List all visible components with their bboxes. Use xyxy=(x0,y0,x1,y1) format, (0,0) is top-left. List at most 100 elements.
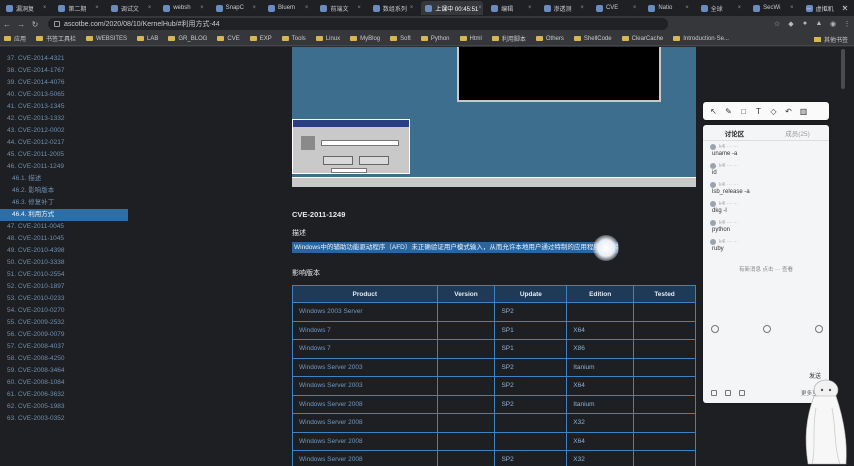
mic-icon[interactable] xyxy=(725,390,731,396)
close-tab-icon[interactable]: × xyxy=(410,5,414,11)
browser-tab[interactable]: 漏洞复 × xyxy=(2,1,50,15)
close-icon[interactable]: ✕ xyxy=(836,4,854,13)
tab-members[interactable]: 成员(25) xyxy=(766,128,829,138)
toc-link[interactable]: 44. CVE-2012-0217 xyxy=(0,137,130,149)
close-tab-icon[interactable]: × xyxy=(478,5,482,11)
toc-link[interactable]: 58. CVE-2008-4250 xyxy=(0,353,130,365)
close-tab-icon[interactable]: × xyxy=(685,5,689,11)
browser-tab[interactable]: 前端文 × xyxy=(316,1,364,15)
browser-tab[interactable]: Bluem × xyxy=(264,1,312,15)
browser-tab[interactable]: 调试文 × xyxy=(107,1,155,15)
close-tab-icon[interactable]: × xyxy=(580,5,584,11)
forward-icon[interactable]: → xyxy=(14,20,28,29)
toc-link[interactable]: 46.1. 描述 xyxy=(0,173,130,185)
toc-link[interactable]: 61. CVE-2006-3632 xyxy=(0,389,130,401)
toc-link[interactable]: 38. CVE-2014-1767 xyxy=(0,65,130,77)
close-tab-icon[interactable]: × xyxy=(738,5,742,11)
new-message-hint[interactable]: 有新消息 点击 ··· 查看 xyxy=(703,265,829,273)
toc-link[interactable]: 49. CVE-2010-4398 xyxy=(0,245,130,257)
bookmark-item[interactable]: GR_BLOG xyxy=(168,36,207,42)
toc-link[interactable]: 48. CVE-2011-1045 xyxy=(0,233,130,245)
browser-tab[interactable]: CVE × xyxy=(592,1,640,15)
bookmark-other[interactable]: 其他书签 xyxy=(813,32,848,45)
close-tab-icon[interactable]: × xyxy=(200,5,204,11)
bookmark-item[interactable]: Linux xyxy=(315,36,340,42)
reload-icon[interactable]: ↻ xyxy=(28,20,42,29)
close-tab-icon[interactable]: × xyxy=(790,5,794,11)
minimize-icon[interactable]: – xyxy=(800,4,818,13)
emoji-icon[interactable] xyxy=(711,325,719,333)
browser-tab[interactable]: 全球 × xyxy=(697,1,745,15)
undo-icon[interactable]: ↶ xyxy=(782,105,795,117)
browser-tab[interactable]: 第二期 × xyxy=(54,1,102,15)
toc-link[interactable]: 46.4. 利用方式 xyxy=(0,209,128,221)
clock-icon[interactable] xyxy=(815,325,823,333)
browser-tab[interactable]: 数组系列 × xyxy=(369,1,417,15)
toc-link[interactable]: 51. CVE-2010-2554 xyxy=(0,269,130,281)
pointer-icon[interactable]: ↖ xyxy=(707,105,720,117)
bookmark-item[interactable]: Html xyxy=(459,36,482,42)
bookmark-item[interactable]: WEBSITES xyxy=(86,36,127,42)
back-icon[interactable]: ← xyxy=(0,20,14,29)
close-tab-icon[interactable]: × xyxy=(43,5,47,11)
browser-tab[interactable]: 渗透测 × xyxy=(540,1,588,15)
close-tab-icon[interactable]: × xyxy=(305,5,309,11)
toc-link[interactable]: 52. CVE-2010-1897 xyxy=(0,281,130,293)
toc-link[interactable]: 59. CVE-2008-3464 xyxy=(0,365,130,377)
bookmark-item[interactable]: Introduction·Se... xyxy=(673,36,729,42)
browser-tab[interactable]: Natio × xyxy=(644,1,692,15)
close-tab-icon[interactable]: × xyxy=(148,5,152,11)
profile-icon[interactable]: ◉ xyxy=(826,20,840,28)
toc-link[interactable]: 42. CVE-2013-1332 xyxy=(0,113,130,125)
tab-discussion[interactable]: 讨论区 xyxy=(703,128,766,138)
trash-icon[interactable]: ▥ xyxy=(797,105,810,117)
maximize-icon[interactable]: □ xyxy=(818,4,836,13)
hand-icon[interactable] xyxy=(711,390,717,396)
toc-link[interactable]: 46. CVE-2011-1249 xyxy=(0,161,130,173)
extension-icon[interactable]: ● xyxy=(798,20,812,28)
bookmark-item[interactable]: Others xyxy=(535,36,564,42)
toc-link[interactable]: 57. CVE-2008-4037 xyxy=(0,341,130,353)
extension-icon[interactable]: ◆ xyxy=(784,20,798,28)
browser-tab[interactable]: 上课中 00:45:51 × xyxy=(421,1,484,15)
toc-link[interactable]: 46.3. 修复补丁 xyxy=(0,197,130,209)
pen-icon[interactable]: ✎ xyxy=(722,105,735,117)
toc-link[interactable]: 37. CVE-2014-4321 xyxy=(0,53,130,65)
close-tab-icon[interactable]: × xyxy=(95,5,99,11)
close-tab-icon[interactable]: × xyxy=(633,5,637,11)
bookmark-item[interactable]: Python xyxy=(420,36,450,42)
bookmark-item[interactable]: 利用脚本 xyxy=(491,34,526,43)
browser-tab[interactable]: websh × xyxy=(159,1,207,15)
toc-link[interactable]: 50. CVE-2010-3338 xyxy=(0,257,130,269)
toc-link[interactable]: 46.2. 影响版本 xyxy=(0,185,130,197)
toc-link[interactable]: 45. CVE-2011-2005 xyxy=(0,149,130,161)
browser-tab[interactable]: 编辑 × xyxy=(487,1,535,15)
close-tab-icon[interactable]: × xyxy=(253,5,257,11)
bookmark-item[interactable]: 书签工具栏 xyxy=(36,34,76,43)
bookmark-item[interactable]: Tools xyxy=(281,36,306,42)
toc-link[interactable]: 54. CVE-2010-0270 xyxy=(0,305,130,317)
bookmark-item[interactable]: Soft xyxy=(390,36,411,42)
bookmark-item[interactable]: ClearCache xyxy=(621,36,663,42)
gift-icon[interactable] xyxy=(739,390,745,396)
star-icon[interactable]: ☆ xyxy=(770,20,784,28)
bookmark-item[interactable]: MyBlog xyxy=(350,36,380,42)
toc-link[interactable]: 56. CVE-2009-0079 xyxy=(0,329,130,341)
bookmark-item[interactable]: EXP xyxy=(249,36,272,42)
toc-link[interactable]: 55. CVE-2009-2532 xyxy=(0,317,130,329)
browser-tab[interactable]: SecWi × xyxy=(749,1,797,15)
close-tab-icon[interactable]: × xyxy=(357,5,361,11)
bookmark-item[interactable]: ShellCode xyxy=(573,36,612,42)
menu-icon[interactable]: ⋮ xyxy=(840,20,854,28)
toc-link[interactable]: 41. CVE-2013-1345 xyxy=(0,101,130,113)
text-icon[interactable]: T xyxy=(752,105,765,117)
toc-link[interactable]: 60. CVE-2008-1084 xyxy=(0,377,130,389)
extension-icon[interactable]: ▲ xyxy=(812,20,826,28)
url-input[interactable]: ascotbe.com/2020/08/10/KernelHub/#利用方式-4… xyxy=(48,18,668,30)
toc-link[interactable]: 62. CVE-2005-1983 xyxy=(0,401,130,413)
bookmark-item[interactable]: CVE xyxy=(217,36,240,42)
toc-link[interactable]: 40. CVE-2013-5065 xyxy=(0,89,130,101)
toc-link[interactable]: 43. CVE-2012-0002 xyxy=(0,125,130,137)
close-tab-icon[interactable]: × xyxy=(528,5,532,11)
browser-tab[interactable]: SnapC × xyxy=(212,1,260,15)
